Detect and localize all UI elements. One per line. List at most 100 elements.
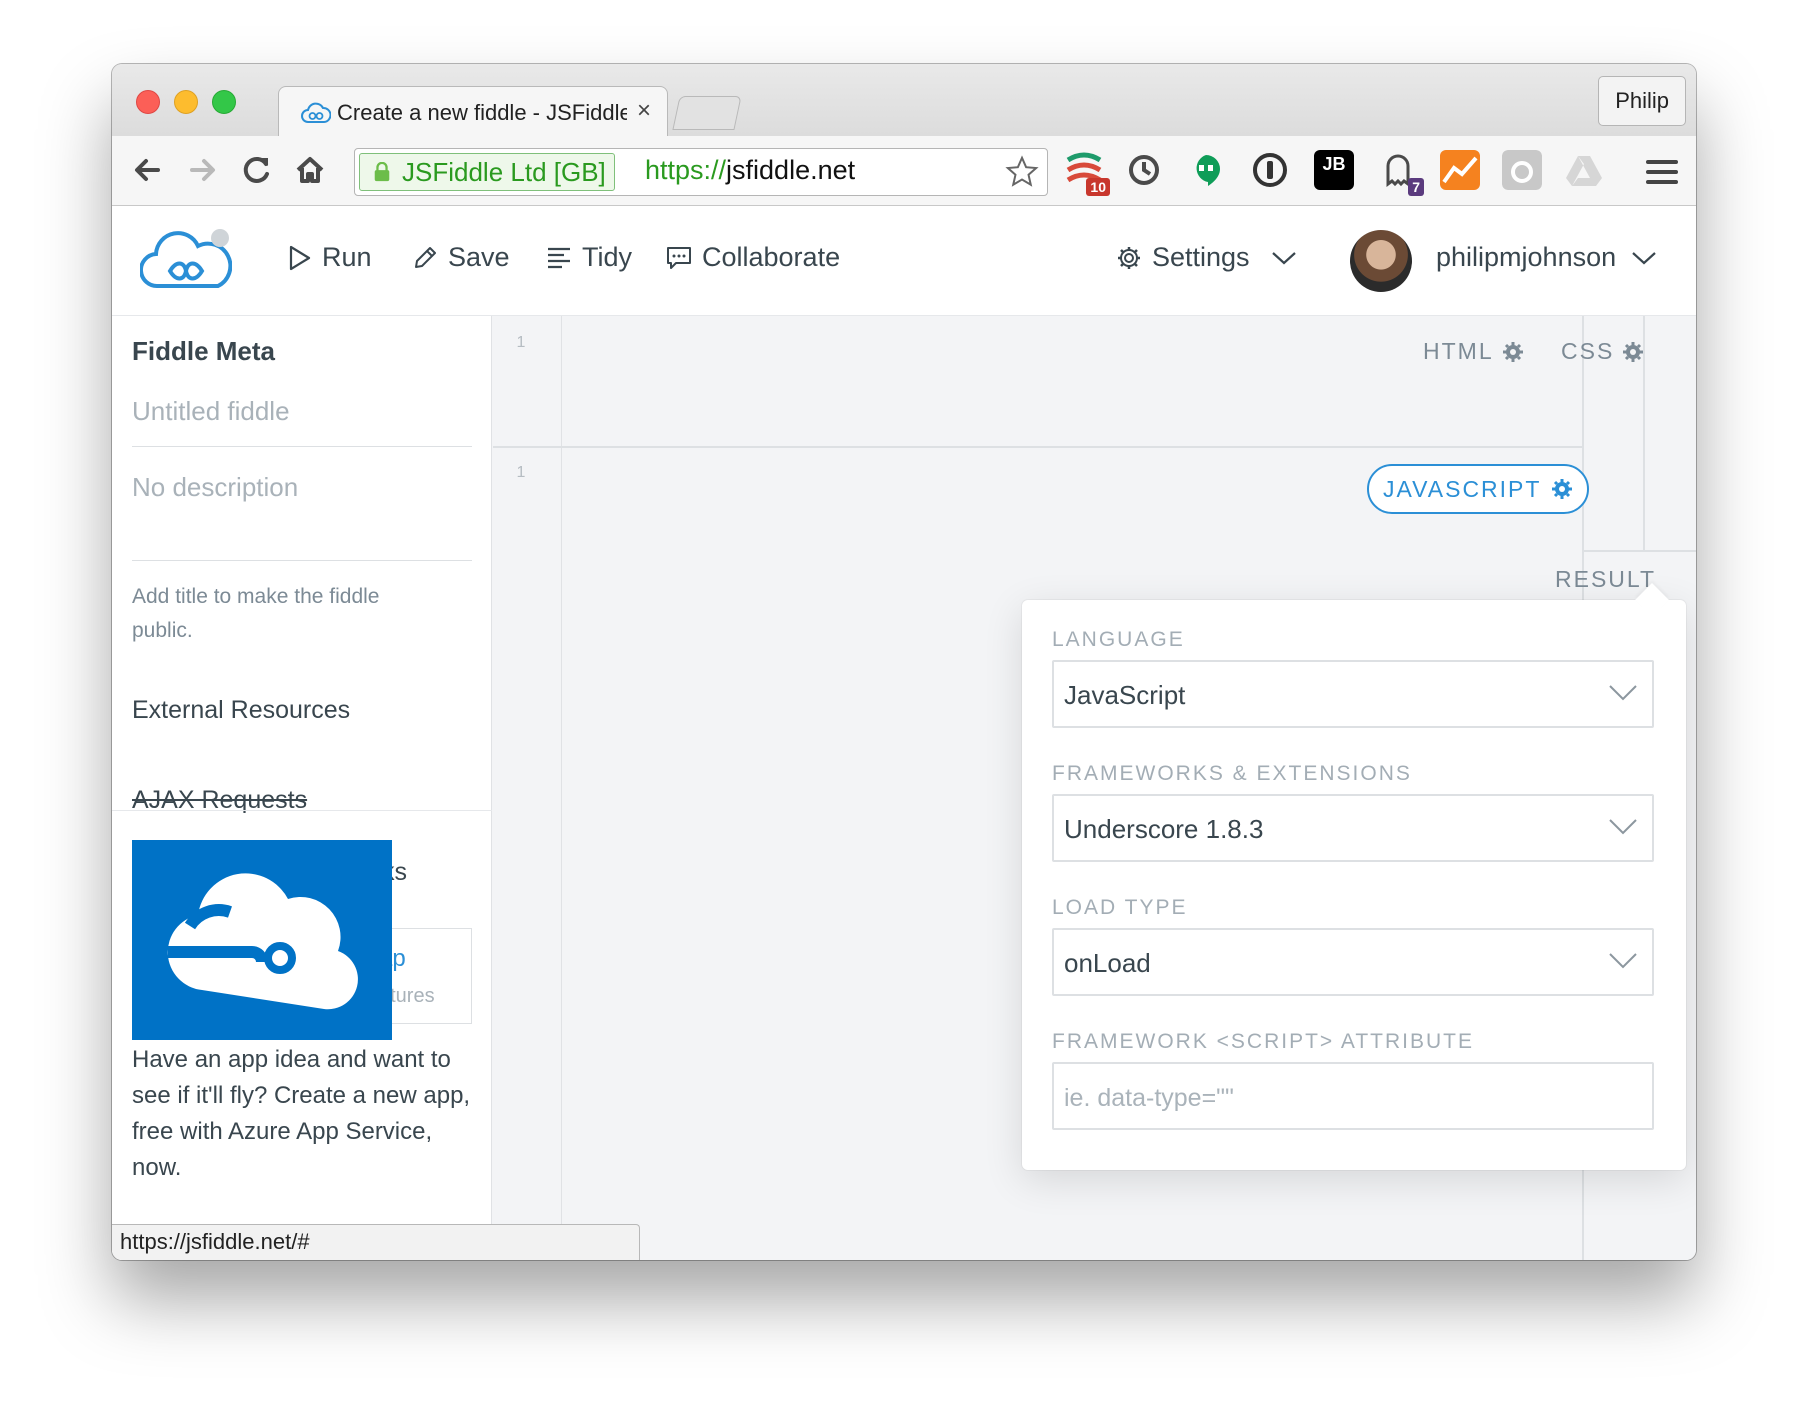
ad-description: Have an app idea and want to see if it'l… [132,1046,471,1181]
browser-tab-active[interactable]: Create a new fiddle - JSFiddle × [278,86,668,138]
public-note: Add title to make the fiddle public. [132,585,380,642]
play-icon [289,245,311,270]
result-divider [1584,550,1696,552]
user-avatar[interactable] [1350,230,1412,292]
azure-cloud-icon [167,873,358,1010]
script-attribute-placeholder: ie. data-type="" [1064,1084,1234,1112]
url-host: jsfiddle.net [726,155,856,185]
browser-toolbar: JSFiddle Ltd [GB] https://jsfiddle.net 1… [112,136,1696,206]
fiddle-meta-heading: Fiddle Meta [132,336,276,366]
run-label: Run [322,242,372,272]
css-settings-gear-icon[interactable] [1622,341,1644,363]
status-bar-url: https://jsfiddle.net/# [112,1224,640,1260]
settings-dropdown[interactable]: Settings [1116,242,1298,273]
tab-title: Create a new fiddle - JSFiddle [337,100,627,125]
tidy-button[interactable]: Tidy [546,242,632,273]
javascript-settings-popover: LANGUAGE JavaScript FRAMEWORKS & EXTENSI… [1022,583,1686,1170]
ghostery-icon[interactable]: 7 [1378,150,1424,196]
profile-button[interactable]: Philip [1598,76,1686,126]
css-panel-label[interactable]: CSS [1561,338,1644,365]
javascript-settings-button[interactable]: JAVASCRIPT [1367,464,1590,514]
fiddle-description-input[interactable]: No description [132,472,298,503]
language-value: JavaScript [1064,680,1186,710]
username-label: philipmjohnson [1436,242,1617,272]
analytics-icon[interactable] [1440,150,1480,190]
collaborate-label: Collaborate [702,242,841,272]
divider [112,810,492,811]
save-label: Save [448,242,510,272]
jsfiddle-logo[interactable] [140,228,232,294]
fiddle-title-input[interactable]: Untitled fiddle [132,396,290,427]
onepassword-icon[interactable] [1250,150,1290,190]
minimize-window-button[interactable] [174,90,198,114]
url-text: https://jsfiddle.net [645,155,855,186]
forward-icon[interactable] [182,150,222,190]
language-label: LANGUAGE [1052,628,1185,651]
bookmark-star-icon[interactable] [1005,155,1039,189]
chevron-down-icon [1609,819,1637,835]
html-panel-label[interactable]: HTML [1423,338,1524,365]
reload-icon[interactable] [236,150,276,190]
extension-gray-icon[interactable] [1502,150,1542,190]
back-icon[interactable] [128,150,168,190]
load-type-label: LOAD TYPE [1052,896,1188,919]
script-attribute-label: FRAMEWORK <SCRIPT> ATTRIBUTE [1052,1030,1474,1053]
chevron-down-icon [1632,251,1656,264]
html-settings-gear-icon[interactable] [1502,341,1524,363]
browser-window: Create a new fiddle - JSFiddle × Philip … [112,64,1696,1260]
tidy-label: Tidy [582,242,633,272]
hangouts-icon[interactable] [1186,150,1226,190]
extension-1-icon[interactable]: 10 [1064,150,1110,196]
ghostery-badge: 7 [1408,178,1424,196]
azure-ad-image[interactable] [132,840,392,1040]
jetbrains-icon[interactable]: JB [1314,150,1354,190]
chrome-menu-icon[interactable] [1646,160,1678,190]
divider [132,560,472,561]
ev-certificate-badge[interactable]: JSFiddle Ltd [GB] [359,153,615,191]
frameworks-select[interactable]: Underscore 1.8.3 [1052,794,1654,862]
save-button[interactable]: Save [412,242,510,273]
chevron-down-icon [1609,685,1637,701]
url-scheme: https:// [645,155,727,185]
frameworks-value: Underscore 1.8.3 [1064,814,1264,844]
drive-icon[interactable] [1564,150,1604,190]
address-bar[interactable]: JSFiddle Ltd [GB] https://jsfiddle.net [354,148,1048,196]
language-select[interactable]: JavaScript [1052,660,1654,728]
chevron-down-icon [1271,251,1296,264]
app-header: Run Save Tidy Collaborate Settings phili… [112,206,1696,316]
collaborate-button[interactable]: Collaborate [666,242,840,273]
divider [132,446,472,447]
load-type-value: onLoad [1064,948,1151,978]
extension-1-badge: 10 [1086,178,1110,196]
run-button[interactable]: Run [288,242,372,273]
external-resources-link[interactable]: External Resources [132,696,350,725]
html-label: HTML [1423,338,1494,364]
css-label: CSS [1561,338,1615,364]
history-sync-icon[interactable] [1124,150,1164,190]
line-gutter [493,316,562,1260]
html-line-number: 1 [516,334,526,351]
new-tab-button[interactable] [672,96,742,130]
editor-splitter[interactable] [493,446,1584,448]
javascript-label: JAVASCRIPT [1383,475,1542,502]
user-menu[interactable]: philipmjohnson [1436,242,1658,273]
zoom-window-button[interactable] [212,90,236,114]
gear-icon [1118,246,1140,269]
home-icon[interactable] [290,150,330,190]
script-attribute-input[interactable]: ie. data-type="" [1052,1062,1654,1130]
gear-icon [1552,479,1573,499]
chevron-down-icon [1609,953,1637,969]
lock-icon [374,162,390,182]
js-line-number: 1 [516,464,526,481]
tab-strip: Create a new fiddle - JSFiddle × Philip [112,64,1696,138]
close-window-button[interactable] [136,90,160,114]
result-panel-label: RESULT [1555,566,1657,592]
ev-org-name: JSFiddle Ltd [GB] [402,157,606,187]
pencil-icon [415,246,436,268]
frameworks-label: FRAMEWORKS & EXTENSIONS [1052,762,1412,785]
tab-close-icon[interactable]: × [637,97,651,125]
settings-label: Settings [1152,242,1250,272]
load-type-select[interactable]: onLoad [1052,928,1654,996]
sidebar: Fiddle Meta Untitled fiddle No descripti… [112,316,492,1260]
jsfiddle-cloud-icon [301,102,331,123]
